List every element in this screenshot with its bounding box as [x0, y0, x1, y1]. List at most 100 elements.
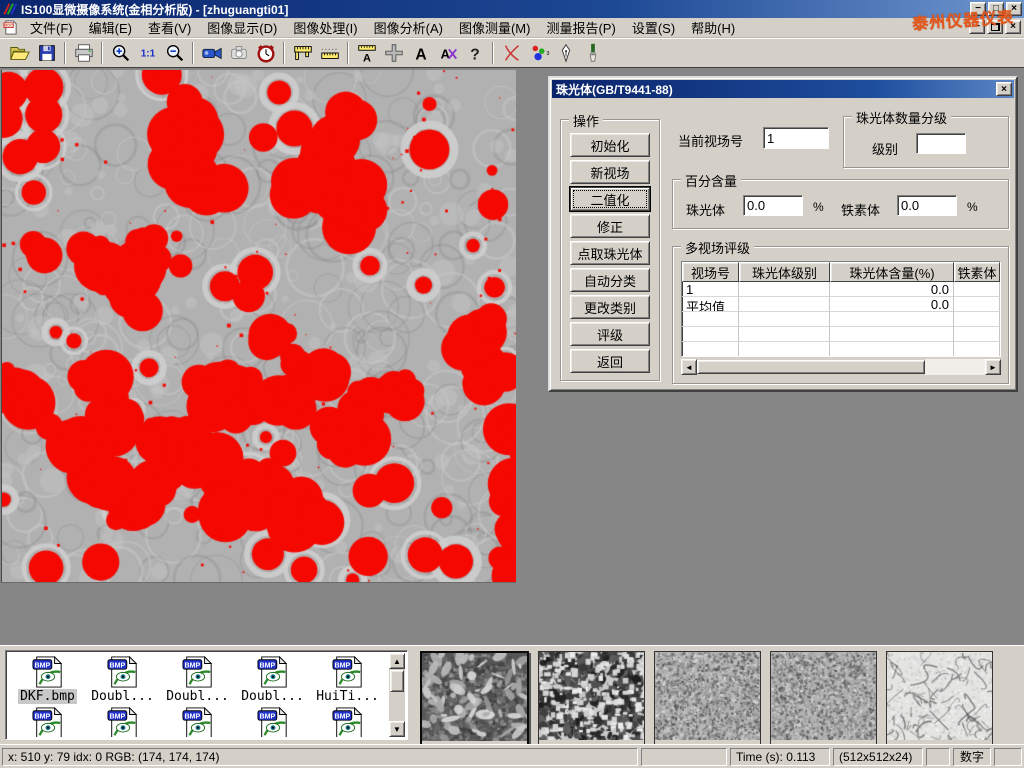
- dialog-title-bar[interactable]: 珠光体(GB/T9441-88) ×: [552, 80, 1014, 98]
- scroll-right-icon[interactable]: ►: [985, 359, 1001, 375]
- file-label[interactable]: Doubl...: [239, 689, 306, 704]
- zoom-in-icon[interactable]: [107, 40, 134, 66]
- pearlite-percent-input[interactable]: [743, 195, 803, 216]
- table-column-2[interactable]: 珠光体含量(%): [830, 262, 954, 282]
- op-button-6[interactable]: 更改类别: [570, 295, 650, 319]
- open-icon[interactable]: [6, 40, 33, 66]
- menu-item-8[interactable]: 设置(S): [624, 16, 683, 39]
- file-item-Doubl...[interactable]: BMPDoubl...: [85, 653, 160, 704]
- file-item-hidden-4[interactable]: BMP: [310, 704, 385, 737]
- file-item-hidden-2[interactable]: BMP: [160, 704, 235, 737]
- thumbnail-image-1: [539, 652, 644, 740]
- svg-text:BMP: BMP: [334, 662, 350, 669]
- file-item-hidden-0[interactable]: BMP: [10, 704, 85, 737]
- svg-text:1:1: 1:1: [140, 48, 155, 59]
- measure-text-icon[interactable]: A: [353, 40, 380, 66]
- op-button-0[interactable]: 初始化: [570, 133, 650, 157]
- move-cross-icon[interactable]: [380, 40, 407, 66]
- scrollbar-track[interactable]: [925, 359, 985, 375]
- help-icon[interactable]: ?: [461, 40, 488, 66]
- thumbnail-1[interactable]: [538, 651, 645, 746]
- thumbnail-0[interactable]: [420, 651, 529, 746]
- scrollbar-thumb[interactable]: [390, 670, 404, 692]
- scroll-left-icon[interactable]: ◄: [681, 359, 697, 375]
- ruler-icon[interactable]: [316, 40, 343, 66]
- table-row-1[interactable]: 平均值0.0: [682, 297, 1000, 312]
- op-button-7[interactable]: 评级: [570, 322, 650, 346]
- file-label[interactable]: Doubl...: [164, 689, 231, 704]
- scroll-down-icon[interactable]: ▼: [389, 721, 405, 737]
- dialog-close-button[interactable]: ×: [996, 82, 1012, 96]
- curve-tool-icon[interactable]: [498, 40, 525, 66]
- menu-item-6[interactable]: 图像测量(M): [451, 16, 539, 39]
- toolbar-separator: [101, 42, 103, 64]
- table-column-3[interactable]: 铁素体: [954, 262, 1000, 282]
- video-camera-icon[interactable]: [198, 40, 225, 66]
- delete-text-icon[interactable]: A: [434, 40, 461, 66]
- table-cell: [739, 342, 830, 357]
- thumbnail-2[interactable]: [654, 651, 761, 746]
- pen-tool-icon[interactable]: [552, 40, 579, 66]
- op-button-2[interactable]: 二值化: [570, 187, 650, 211]
- svg-text:A: A: [363, 52, 371, 64]
- capture-camera-icon[interactable]: [225, 40, 252, 66]
- menu-item-3[interactable]: 图像显示(D): [199, 16, 285, 39]
- current-field-input[interactable]: [763, 127, 829, 149]
- file-item-Doubl...[interactable]: BMP Doubl...: [235, 653, 310, 704]
- caliper-icon[interactable]: [289, 40, 316, 66]
- menu-item-1[interactable]: 编辑(E): [81, 16, 140, 39]
- thumbnail-4[interactable]: [886, 651, 993, 746]
- file-label[interactable]: Doubl...: [89, 689, 156, 704]
- svg-text:BMP: BMP: [259, 662, 275, 669]
- file-list[interactable]: BMPDKF.bmpBMPDoubl...BMPDoubl...BMPDoubl…: [8, 653, 389, 737]
- table-row-4[interactable]: [682, 342, 1000, 357]
- op-button-8[interactable]: 返回: [570, 349, 650, 373]
- table-column-1[interactable]: 珠光体级别: [739, 262, 830, 282]
- file-item-hidden-1[interactable]: BMP: [85, 704, 160, 737]
- table-row-3[interactable]: [682, 327, 1000, 342]
- level-label: 级别: [872, 139, 898, 158]
- op-button-4[interactable]: 点取珠光体: [570, 241, 650, 265]
- file-item-HuiTi...[interactable]: BMP HuiTi...: [310, 653, 385, 704]
- scroll-up-icon[interactable]: ▲: [389, 653, 405, 669]
- op-button-3[interactable]: 修正: [570, 214, 650, 238]
- status-time: Time (s): 0.113: [730, 748, 830, 766]
- brush-tool-icon[interactable]: [579, 40, 606, 66]
- table-cell: [954, 297, 1000, 312]
- table-row-0[interactable]: 10.0: [682, 282, 1000, 297]
- zoom-out-icon[interactable]: [161, 40, 188, 66]
- text-label-icon[interactable]: A: [407, 40, 434, 66]
- menu-item-2[interactable]: 查看(V): [140, 16, 199, 39]
- file-item-Doubl...[interactable]: BMPDoubl...: [160, 653, 235, 704]
- ferrite-percent-input[interactable]: [897, 195, 957, 216]
- file-item-hidden-3[interactable]: BMP: [235, 704, 310, 737]
- table-horizontal-scrollbar[interactable]: ◄ ►: [681, 359, 1001, 375]
- print-icon[interactable]: [70, 40, 97, 66]
- menu-item-4[interactable]: 图像处理(I): [285, 16, 365, 39]
- file-item-DKF.bmp[interactable]: BMPDKF.bmp: [10, 653, 85, 704]
- op-button-5[interactable]: 自动分类: [570, 268, 650, 292]
- scrollbar-thumb[interactable]: [697, 360, 925, 374]
- file-list-scrollbar[interactable]: ▲ ▼: [389, 653, 405, 737]
- table-column-0[interactable]: 视场号: [682, 262, 739, 282]
- specimen-image[interactable]: [1, 70, 516, 583]
- level-input[interactable]: [916, 133, 966, 154]
- op-button-1[interactable]: 新视场: [570, 160, 650, 184]
- thumbnail-3[interactable]: [770, 651, 877, 746]
- timer-clock-icon[interactable]: [252, 40, 279, 66]
- file-label[interactable]: DKF.bmp: [18, 689, 77, 704]
- color-classify-icon[interactable]: 3: [525, 40, 552, 66]
- actual-size-icon[interactable]: 1:1: [134, 40, 161, 66]
- app-icon: [2, 2, 17, 16]
- file-label[interactable]: HuiTi...: [314, 689, 381, 704]
- document-icon[interactable]: DOC: [3, 20, 18, 35]
- menu-item-0[interactable]: 文件(F): [22, 16, 81, 39]
- menu-item-7[interactable]: 测量报告(P): [538, 16, 623, 39]
- menu-item-5[interactable]: 图像分析(A): [366, 16, 451, 39]
- svg-text:A: A: [415, 46, 426, 63]
- table-row-2[interactable]: [682, 312, 1000, 327]
- save-icon[interactable]: [33, 40, 60, 66]
- rating-table[interactable]: 视场号珠光体级别珠光体含量(%)铁素体 10.0平均值0.0: [681, 261, 1001, 357]
- menu-item-9[interactable]: 帮助(H): [683, 16, 743, 39]
- pearlite-dialog: 珠光体(GB/T9441-88) × 操作 初始化新视场二值化修正点取珠光体自动…: [548, 76, 1018, 392]
